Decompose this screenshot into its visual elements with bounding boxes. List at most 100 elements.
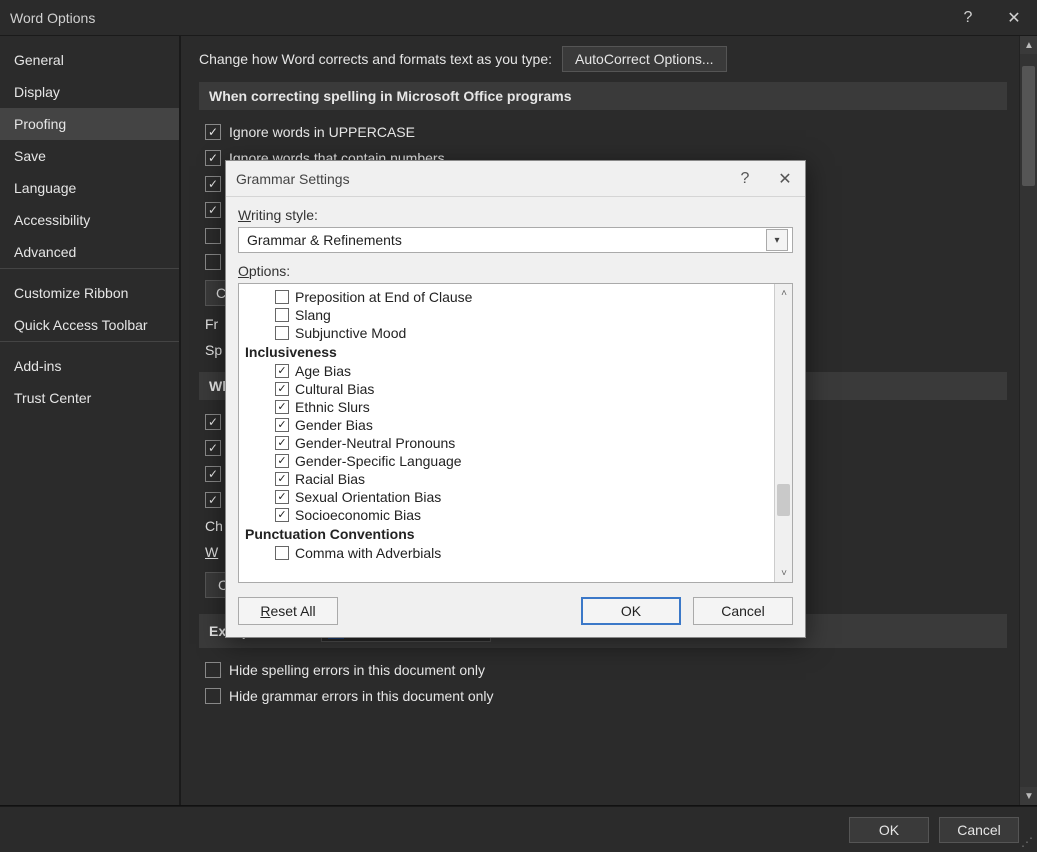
autocorrect-options-button[interactable]: AutoCorrect Options... [562, 46, 727, 72]
hide-spelling-checkbox[interactable] [205, 662, 221, 678]
intro-text: Change how Word corrects and formats tex… [199, 51, 552, 67]
help-icon: ? [964, 9, 973, 27]
option-label: Socioeconomic Bias [295, 507, 421, 523]
writing-style-value: Grammar & Refinements [247, 232, 402, 248]
option-checkbox[interactable]: ✓ [275, 490, 289, 504]
option-checkbox[interactable]: ✓ [275, 508, 289, 522]
option-checkbox[interactable]: ✓ [275, 382, 289, 396]
option-item: Slang [245, 306, 772, 324]
dialog-help-button[interactable]: ? [725, 161, 765, 197]
option-label: Ethnic Slurs [295, 399, 370, 415]
option-label: Racial Bias [295, 471, 365, 487]
sidebar-item-advanced[interactable]: Advanced [0, 236, 179, 268]
grammar-option-checkbox[interactable]: ✓ [205, 466, 221, 482]
option-item: ✓ Racial Bias [245, 470, 772, 488]
scroll-thumb[interactable] [1022, 66, 1035, 186]
hide-grammar-label: Hide grammar errors in this document onl… [229, 688, 494, 704]
option-checkbox[interactable] [275, 326, 289, 340]
spelling-option-checkbox[interactable]: ✓ [205, 150, 221, 166]
sidebar-item-customize-ribbon[interactable]: Customize Ribbon [0, 277, 179, 309]
dialog-title: Grammar Settings [236, 171, 350, 187]
window-title: Word Options [10, 10, 95, 26]
option-item: ✓ Ethnic Slurs [245, 398, 772, 416]
sidebar-item-general[interactable]: General [0, 44, 179, 76]
sidebar-item-add-ins[interactable]: Add-ins [0, 350, 179, 382]
spelling-option-label: Ignore words in UPPERCASE [229, 124, 415, 140]
option-label: Cultural Bias [295, 381, 374, 397]
option-checkbox[interactable] [275, 546, 289, 560]
option-checkbox[interactable] [275, 290, 289, 304]
scroll-down-icon[interactable]: ˅ [775, 564, 793, 582]
option-checkbox[interactable]: ✓ [275, 436, 289, 450]
grammar-option-checkbox[interactable]: ✓ [205, 492, 221, 508]
sidebar-item-accessibility[interactable]: Accessibility [0, 204, 179, 236]
option-label: Subjunctive Mood [295, 325, 406, 341]
spelling-option-checkbox[interactable] [205, 254, 221, 270]
sidebar-item-proofing[interactable]: Proofing [0, 108, 179, 140]
cancel-button[interactable]: Cancel [939, 817, 1019, 843]
dialog-cancel-button[interactable]: Cancel [693, 597, 793, 625]
spelling-option-checkbox[interactable]: ✓ [205, 202, 221, 218]
section-correcting-spelling: When correcting spelling in Microsoft Of… [199, 82, 1007, 110]
chevron-down-icon: ▾ [766, 229, 788, 251]
scroll-up-icon[interactable]: ˄ [775, 284, 793, 302]
main-scrollbar[interactable]: ▲ ▼ [1019, 36, 1037, 805]
hide-grammar-checkbox[interactable] [205, 688, 221, 704]
option-item: ✓ Gender-Neutral Pronouns [245, 434, 772, 452]
option-item: ✓ Gender Bias [245, 416, 772, 434]
window-titlebar: Word Options ? ✕ [0, 0, 1037, 36]
option-item: ✓ Socioeconomic Bias [245, 506, 772, 524]
sidebar-item-trust-center[interactable]: Trust Center [0, 382, 179, 414]
show-readability-link[interactable]: W [205, 544, 218, 560]
option-item: Subjunctive Mood [245, 324, 772, 342]
option-label: Comma with Adverbials [295, 545, 441, 561]
option-item: ✓Gender-Specific Language [245, 452, 772, 470]
footer-bar: OK Cancel [0, 806, 1037, 852]
option-label: Age Bias [295, 363, 351, 379]
spelling-option-checkbox[interactable] [205, 228, 221, 244]
spelling-option-checkbox[interactable]: ✓ [205, 176, 221, 192]
scroll-down-icon[interactable]: ▼ [1020, 787, 1037, 805]
dialog-ok-button[interactable]: OK [581, 597, 681, 625]
options-label: OOptions:ptions: [238, 263, 793, 279]
grammar-option-checkbox[interactable]: ✓ [205, 414, 221, 430]
option-item: Comma with Adverbials [245, 544, 772, 562]
writing-style-label: WWriting style:riting style: [238, 207, 793, 223]
ok-button[interactable]: OK [849, 817, 929, 843]
scroll-thumb[interactable] [777, 484, 790, 516]
option-checkbox[interactable]: ✓ [275, 472, 289, 486]
reset-all-button[interactable]: RReset Alleset All [238, 597, 338, 625]
option-label: Gender Bias [295, 417, 373, 433]
options-scrollbar[interactable]: ˄ ˅ [774, 284, 792, 582]
option-checkbox[interactable]: ✓ [275, 364, 289, 378]
sidebar-item-quick-access-toolbar[interactable]: Quick Access Toolbar [0, 309, 179, 341]
sidebar: GeneralDisplayProofingSaveLanguageAccess… [0, 36, 180, 805]
sidebar-item-display[interactable]: Display [0, 76, 179, 108]
scroll-up-icon[interactable]: ▲ [1020, 36, 1037, 54]
dialog-titlebar: Grammar Settings ? ✕ [226, 161, 805, 197]
option-checkbox[interactable]: ✓ [275, 400, 289, 414]
sidebar-item-save[interactable]: Save [0, 140, 179, 172]
option-label: Slang [295, 307, 331, 323]
option-item: ✓ Age Bias [245, 362, 772, 380]
resize-grip-icon[interactable]: ⋰ [1021, 836, 1035, 850]
help-button[interactable]: ? [945, 0, 991, 36]
option-checkbox[interactable]: ✓ [275, 418, 289, 432]
sidebar-item-language[interactable]: Language [0, 172, 179, 204]
option-item: ✓ Cultural Bias [245, 380, 772, 398]
dialog-close-button[interactable]: ✕ [765, 161, 805, 197]
option-group-heading: Inclusiveness [245, 342, 772, 362]
spelling-option-row: ✓ Ignore words in UPPERCASE [199, 120, 1007, 146]
hide-spelling-label: Hide spelling errors in this document on… [229, 662, 485, 678]
writing-style-dropdown[interactable]: Grammar & Refinements ▾ [238, 227, 793, 253]
option-checkbox[interactable] [275, 308, 289, 322]
grammar-option-checkbox[interactable]: ✓ [205, 440, 221, 456]
option-label: Sexual Orientation Bias [295, 489, 441, 505]
option-group-heading: Punctuation Conventions [245, 524, 772, 544]
option-label: Preposition at End of Clause [295, 289, 472, 305]
spelling-option-checkbox[interactable]: ✓ [205, 124, 221, 140]
option-item: ✓ Sexual Orientation Bias [245, 488, 772, 506]
option-label: Gender-Neutral Pronouns [295, 435, 455, 451]
close-button[interactable]: ✕ [991, 0, 1037, 36]
option-checkbox[interactable]: ✓ [275, 454, 289, 468]
